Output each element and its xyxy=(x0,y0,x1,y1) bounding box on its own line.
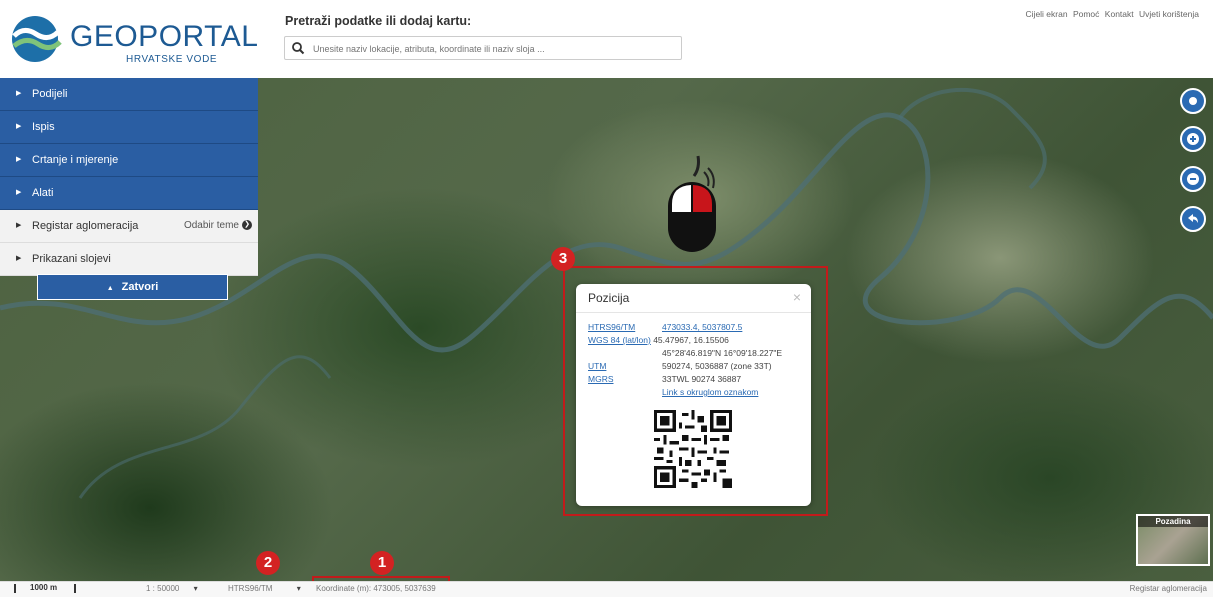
popup-row-wgs: WGS 84 (lat/lon) 45.47967, 16.15506 xyxy=(588,335,729,345)
sidebar-item-label: Podijeli xyxy=(32,88,68,100)
chevron-right-circle-icon: ❯ xyxy=(242,220,252,231)
zoom-in-button[interactable] xyxy=(1180,126,1206,152)
scale-select[interactable]: 1 : 50000 ▾ xyxy=(146,583,198,595)
sidebar-item-registar[interactable]: ▶ Registar aglomeracija Odabir teme ❯ xyxy=(0,210,258,243)
status-bar: 1000 m 1 : 50000 ▾ HTRS96/TM ▾ Koordinat… xyxy=(0,581,1213,597)
zoom-in-icon xyxy=(1187,133,1199,145)
caret-right-icon: ▶ xyxy=(16,222,22,229)
sidebar-item-label: Registar aglomeracija xyxy=(32,220,139,232)
scale-bar: 1000 m xyxy=(14,583,76,593)
caret-right-icon: ▶ xyxy=(16,123,22,130)
scale-label: 1000 m xyxy=(30,583,58,592)
locate-icon xyxy=(1189,97,1197,105)
htrs-coords-link[interactable]: 473033.4, 5037807.5 xyxy=(662,322,742,332)
zoom-out-button[interactable] xyxy=(1180,166,1206,192)
popup-row-htrs: HTRS96/TM xyxy=(588,322,635,332)
marker-link[interactable]: Link s okruglom oznakom xyxy=(662,387,758,397)
popup-title: Pozicija xyxy=(588,291,630,305)
sidebar-item-alati[interactable]: ▶ Alati xyxy=(0,177,258,210)
coordinates-readout: Koordinate (m): 473005, 5037639 xyxy=(316,584,436,593)
overview-label: Pozadina xyxy=(1138,516,1208,527)
utm-value: 590274, 5036887 (zone 33T) xyxy=(662,361,772,371)
sidebar-item-podijeli[interactable]: ▶ Podijeli xyxy=(0,78,258,111)
scale-select-value: 1 : 50000 xyxy=(146,584,180,593)
theme-select-link[interactable]: Odabir teme ❯ xyxy=(184,210,252,242)
badge-3: 3 xyxy=(551,247,575,271)
help-link[interactable]: Pomoć xyxy=(1073,9,1099,19)
logo-text: GEOPORTAL xyxy=(70,20,259,53)
search-label: Pretraži podatke ili dodaj kartu: xyxy=(285,14,472,28)
dropdown-arrow-icon: ▾ xyxy=(193,584,198,593)
popup-row-link: Link s okruglom oznakom xyxy=(662,387,758,397)
locate-button[interactable] xyxy=(1180,88,1206,114)
close-icon[interactable]: × xyxy=(793,289,801,305)
crs-link-utm[interactable]: UTM xyxy=(588,361,606,371)
caret-right-icon: ▶ xyxy=(16,156,22,163)
back-button[interactable] xyxy=(1180,206,1206,232)
caret-right-icon: ▶ xyxy=(16,90,22,97)
popup-value-htrs: 473033.4, 5037807.5 xyxy=(662,322,742,332)
crs-select-value: HTRS96/TM xyxy=(228,584,273,593)
sidebar-item-label: Alati xyxy=(32,187,54,199)
popup-row-dms: 45°28'46.819"N 16°09'18.227"E xyxy=(662,348,782,358)
zoom-out-icon xyxy=(1187,173,1199,185)
caret-right-icon: ▶ xyxy=(16,255,22,262)
search-box[interactable] xyxy=(284,36,682,60)
popup-row-utm: UTM xyxy=(588,361,606,371)
badge-2: 2 xyxy=(256,551,280,575)
back-icon xyxy=(1188,214,1198,223)
dropdown-arrow-icon: ▾ xyxy=(296,584,301,593)
crs-link-mgrs[interactable]: MGRS xyxy=(588,374,614,384)
caret-right-icon: ▶ xyxy=(16,189,22,196)
registar-link[interactable]: Registar aglomeracija xyxy=(1130,583,1207,595)
crs-select[interactable]: HTRS96/TM ▾ xyxy=(228,583,301,595)
qr-code-icon xyxy=(654,410,732,488)
mouse-right-click-icon xyxy=(668,155,716,252)
close-sidebar-label: Zatvori xyxy=(121,281,159,293)
sidebar-item-ispis[interactable]: ▶ Ispis xyxy=(0,111,258,144)
dms-value: 45°28'46.819"N 16°09'18.227"E xyxy=(662,348,783,358)
crs-link-htrs[interactable]: HTRS96/TM xyxy=(588,322,635,332)
search-input[interactable] xyxy=(311,39,675,59)
theme-select-label: Odabir teme xyxy=(183,220,239,231)
position-popup: Pozicija × HTRS96/TM 473033.4, 5037807.5… xyxy=(576,284,811,506)
badge-1: 1 xyxy=(370,551,394,575)
header: GEOPORTAL HRVATSKE VODE Pretraži podatke… xyxy=(0,0,1213,78)
popup-row-mgrs: MGRS xyxy=(588,374,614,384)
mgrs-value: 33TWL 90274 36887 xyxy=(662,374,742,384)
sidebar-item-label: Prikazani slojevi xyxy=(32,253,111,265)
close-sidebar-button[interactable]: ▲ Zatvori xyxy=(37,274,228,300)
logo[interactable]: GEOPORTAL HRVATSKE VODE xyxy=(8,12,258,68)
contact-link[interactable]: Kontakt xyxy=(1105,9,1134,19)
sidebar-item-label: Crtanje i mjerenje xyxy=(32,154,119,166)
sidebar-item-label: Ispis xyxy=(32,121,55,133)
fullscreen-link[interactable]: Cijeli ekran xyxy=(1026,9,1068,19)
top-links: Cijeli ekran Pomoć Kontakt Uvjeti korišt… xyxy=(1023,9,1199,19)
logo-waves-icon xyxy=(12,16,62,62)
logo-subtitle: HRVATSKE VODE xyxy=(126,54,218,65)
wgs-value: 45.47967, 16.15506 xyxy=(653,335,729,345)
terms-link[interactable]: Uvjeti korištenja xyxy=(1139,9,1199,19)
sidebar-item-crtanje[interactable]: ▶ Crtanje i mjerenje xyxy=(0,144,258,177)
crs-link-wgs[interactable]: WGS 84 (lat/lon) xyxy=(588,335,651,345)
sidebar: ▶ Podijeli ▶ Ispis ▶ Crtanje i mjerenje … xyxy=(0,78,258,276)
divider xyxy=(576,312,811,313)
caret-up-icon: ▲ xyxy=(106,285,114,292)
search-icon[interactable] xyxy=(291,41,305,55)
sidebar-item-prikazani-slojevi[interactable]: ▶ Prikazani slojevi xyxy=(0,243,258,276)
overview-map[interactable]: Pozadina xyxy=(1136,514,1210,566)
